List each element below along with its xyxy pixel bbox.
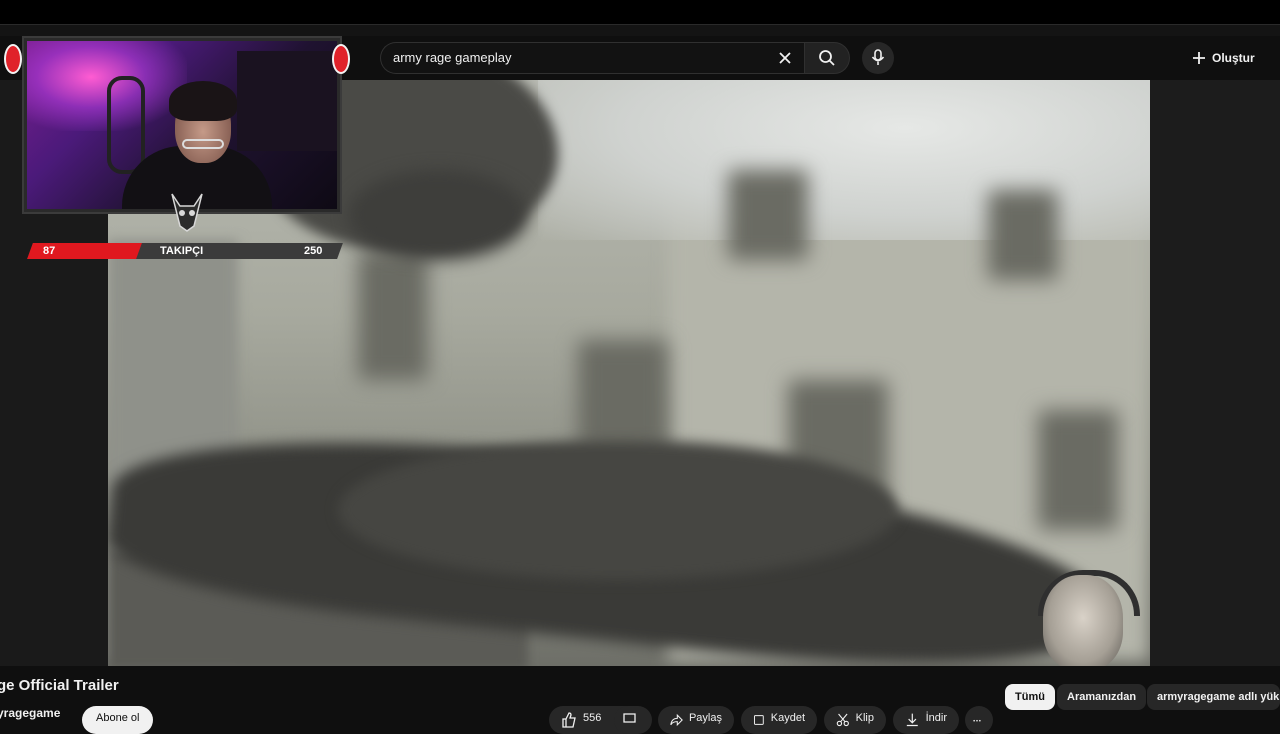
webcam-guitar — [107, 76, 145, 174]
thumbs-down-icon — [623, 713, 636, 723]
save-button[interactable]: Kaydet — [741, 706, 817, 734]
video-frame-face — [1043, 575, 1123, 666]
share-label: Paylaş — [688, 712, 722, 724]
webcam-person-hair — [169, 81, 237, 121]
chip-from-search[interactable]: Aramanızdan — [1057, 684, 1147, 710]
overlay-gem-left-icon — [4, 44, 22, 74]
follower-label: TAKIPÇI — [160, 245, 204, 257]
more-actions-button[interactable] — [965, 706, 993, 734]
create-label: Oluştur — [1212, 51, 1255, 65]
subscribe-button[interactable]: Abone ol — [82, 706, 154, 734]
search-button[interactable] — [804, 42, 850, 74]
scissors-icon — [836, 713, 849, 727]
download-icon — [906, 713, 918, 727]
share-button[interactable]: Paylaş — [658, 706, 734, 734]
dislike-button[interactable] — [614, 706, 652, 734]
more-icon — [973, 719, 981, 722]
webcam-overlay — [22, 36, 342, 214]
chip-all[interactable]: Tümü — [1005, 684, 1055, 710]
plus-icon — [1193, 52, 1205, 64]
video-frame-window — [578, 340, 668, 450]
create-button[interactable]: Oluştur — [1192, 46, 1255, 70]
webcam-shelf — [237, 51, 337, 151]
video-frame-hand — [348, 170, 528, 260]
clip-label: Klip — [855, 712, 874, 724]
search-icon — [819, 50, 835, 66]
player-right-gutter — [1150, 80, 1280, 666]
thumbs-up-icon — [562, 712, 576, 728]
channel-name[interactable]: yragegame — [0, 706, 60, 720]
video-frame-window — [1038, 410, 1118, 530]
microphone-icon — [871, 49, 885, 65]
webcam-feed — [27, 41, 337, 209]
clear-search-button[interactable] — [774, 47, 796, 69]
voice-search-button[interactable] — [862, 42, 894, 74]
follower-count: 87 — [43, 245, 56, 257]
share-icon — [670, 713, 683, 727]
window-top-strip — [0, 0, 1280, 24]
overlay-gem-right-icon — [332, 44, 350, 74]
video-frame-sky — [538, 80, 1150, 240]
download-button[interactable]: İndir — [893, 706, 959, 734]
download-label: İndir — [925, 712, 947, 724]
video-title: ge Official Trailer — [0, 677, 119, 694]
video-frame-window — [358, 250, 428, 380]
video-frame-arm — [338, 440, 898, 580]
close-icon — [779, 52, 791, 64]
clip-button[interactable]: Klip — [824, 706, 886, 734]
search-input[interactable]: army rage gameplay — [380, 42, 804, 74]
webcam-person-glasses — [182, 139, 224, 149]
like-count: 556 — [583, 712, 602, 724]
save-icon — [753, 715, 764, 725]
video-frame-window — [988, 190, 1058, 280]
save-label: Kaydet — [770, 712, 805, 724]
search-query-text: army rage gameplay — [393, 50, 512, 65]
video-frame-window — [728, 170, 808, 260]
skull-logo-icon — [171, 193, 203, 232]
chip-channel-uploads[interactable]: armyragegame adlı yük — [1147, 684, 1280, 710]
follower-goal: 250 — [304, 245, 323, 257]
